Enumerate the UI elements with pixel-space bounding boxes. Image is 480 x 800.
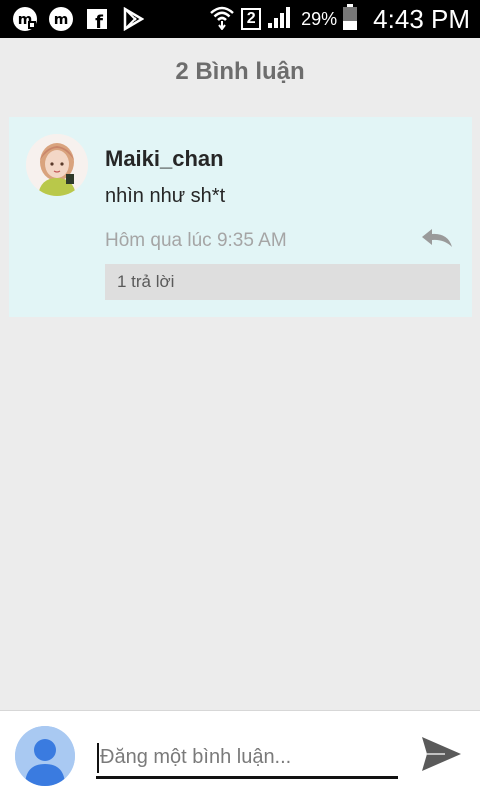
- battery-percent: 29%: [301, 8, 338, 29]
- reply-button[interactable]: [419, 226, 455, 254]
- comment-composer: [0, 710, 480, 800]
- text-cursor: [97, 743, 99, 773]
- comment-author[interactable]: Maiki_chan: [105, 146, 224, 172]
- messenger-icon: m: [12, 6, 38, 32]
- battery-icon: [343, 3, 358, 35]
- facebook-icon: f: [84, 6, 110, 32]
- send-button[interactable]: [418, 735, 464, 777]
- comment-input[interactable]: [96, 739, 398, 779]
- user-avatar-icon: [15, 726, 75, 786]
- comment-text: nhìn như sh*t: [105, 185, 226, 207]
- comment-timestamp: Hôm qua lúc 9:35 AM: [105, 230, 287, 251]
- clock: 4:43 PM: [373, 3, 470, 34]
- page-title: 2 Bình luận: [175, 58, 305, 85]
- svg-text:f: f: [95, 12, 103, 30]
- sim-badge: 2: [241, 8, 262, 30]
- send-icon: [419, 734, 463, 779]
- svg-text:m: m: [54, 12, 69, 28]
- m-app-icon: m: [48, 6, 74, 32]
- notification-icons: m m f: [12, 5, 146, 33]
- replies-label: 1 trả lời: [117, 272, 175, 291]
- reply-icon: [420, 227, 454, 254]
- avatar[interactable]: [26, 134, 88, 196]
- signal-icon: [267, 5, 291, 34]
- replies-toggle[interactable]: 1 trả lời: [105, 264, 460, 300]
- play-store-icon: [120, 6, 146, 32]
- status-bar: m m f 2 29% 4:43 PM: [0, 0, 480, 38]
- comment-card: Maiki_chan nhìn như sh*t Hôm qua lúc 9:3…: [9, 117, 472, 317]
- wifi-icon: [209, 4, 235, 35]
- system-status: 2 29% 4:43 PM: [209, 0, 470, 38]
